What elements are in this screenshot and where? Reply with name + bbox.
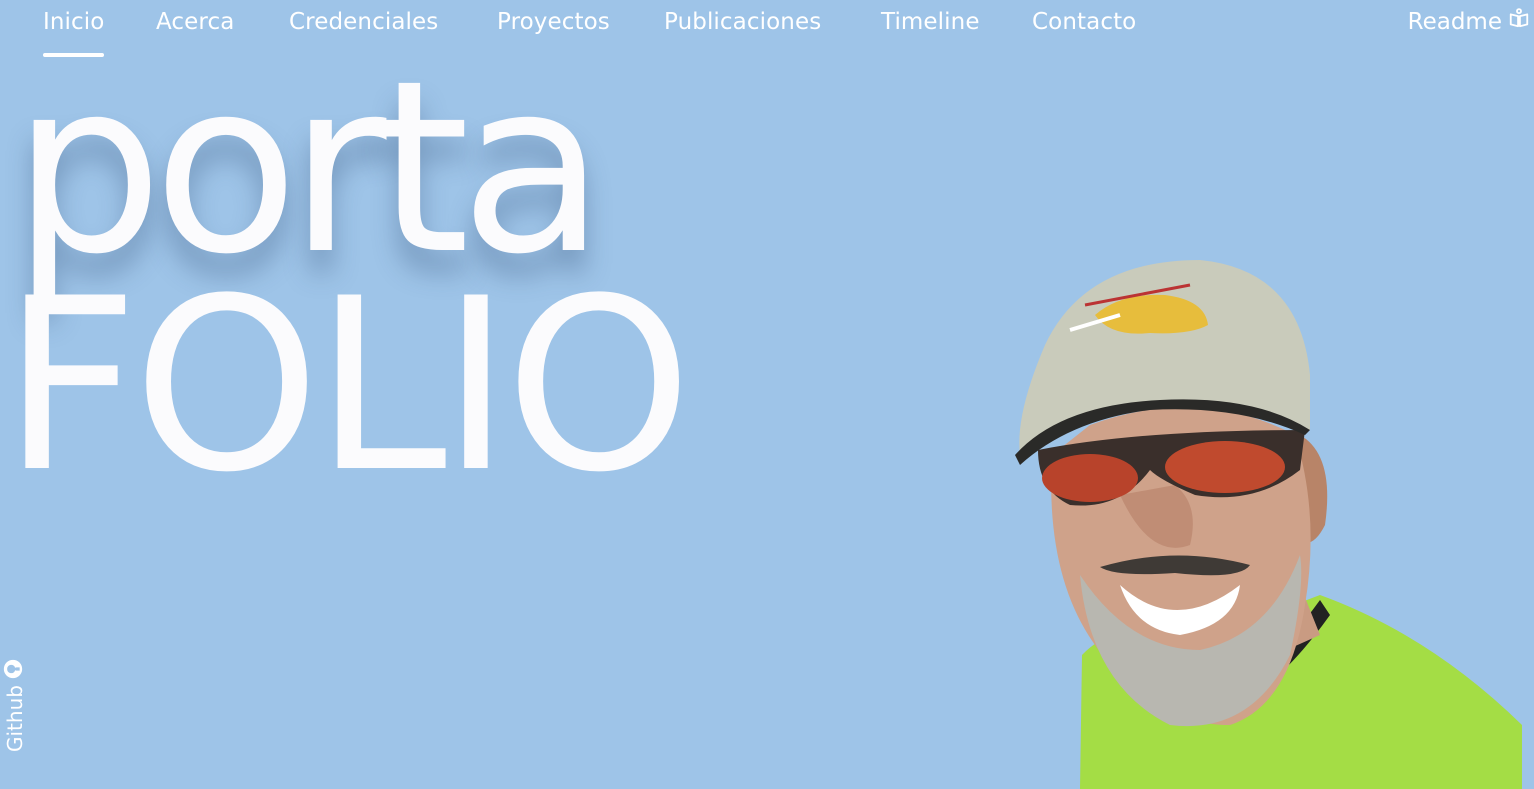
hero-title-line-2: FOLIO [2,248,692,525]
nav-publicaciones-link[interactable]: Publicaciones [664,7,821,37]
github-label: Github [3,685,27,752]
hero-title: porta FOLIO [0,50,720,525]
readme-label: Readme [1407,9,1502,35]
github-icon [3,659,27,679]
profile-photo [1000,255,1534,789]
nav-timeline-link[interactable]: Timeline [881,7,980,37]
open-book-icon [1508,7,1530,37]
nav-contacto-link[interactable]: Contacto [1032,7,1136,37]
readme-link[interactable]: Readme [1408,7,1530,37]
github-link[interactable]: Github [3,659,27,752]
